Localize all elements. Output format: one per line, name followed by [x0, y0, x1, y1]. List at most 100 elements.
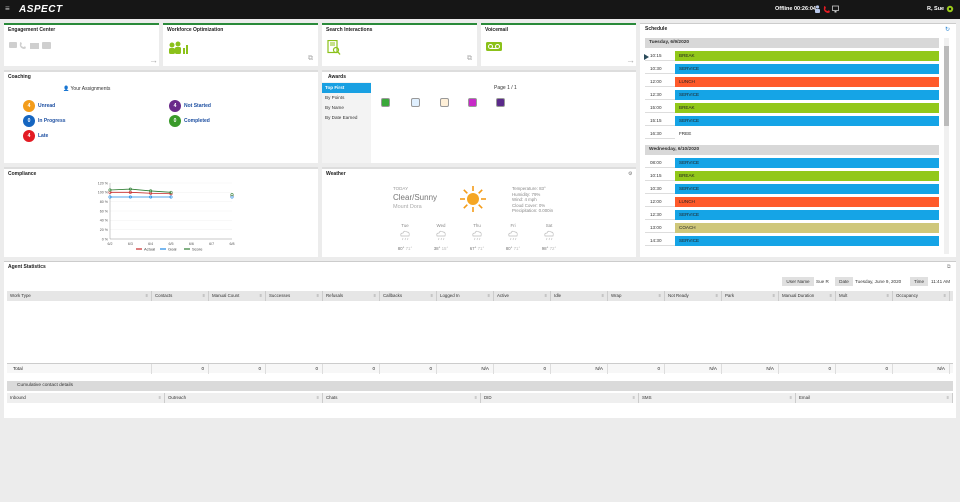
column-menu-icon[interactable]: ≡ [633, 393, 635, 403]
data-point-score[interactable] [230, 193, 234, 197]
agent-stats-scrollbar[interactable] [949, 303, 953, 361]
expand-icon[interactable]: ⧉ [467, 55, 472, 63]
column-menu-icon[interactable]: ≡ [317, 291, 319, 301]
column-header[interactable]: Refusals ≡ [323, 291, 380, 301]
refresh-icon[interactable]: ↻ [945, 26, 950, 33]
expand-icon[interactable]: ⧉ [947, 264, 951, 270]
expand-icon[interactable]: ⧉ [308, 55, 313, 63]
arrow-right-icon[interactable]: → [149, 55, 158, 65]
schedule-row[interactable]: 13:00 COACH [645, 223, 939, 233]
column-menu-icon[interactable]: ≡ [602, 291, 604, 301]
schedule-scrollbar[interactable] [944, 38, 949, 254]
settings-icon[interactable]: ⚙ [628, 171, 632, 177]
filter-top-first[interactable]: Top First [322, 83, 371, 93]
y-tick-label: 20 % [100, 228, 109, 232]
completed-count-badge[interactable]: 0 [169, 115, 181, 127]
column-header[interactable]: Wrap ≡ [608, 291, 665, 301]
cumulative-column[interactable]: Chats ≡ [323, 393, 481, 403]
column-menu-icon[interactable]: ≡ [947, 393, 949, 403]
in-progress-link[interactable]: In Progress [38, 118, 66, 124]
schedule-row[interactable]: 15:00 BREAK [645, 103, 939, 113]
schedule-row[interactable]: 12:30 SERVICE [645, 90, 939, 100]
y-tick-label: 80 % [100, 200, 109, 204]
award-trophy-icon[interactable] [468, 98, 477, 107]
arrow-right-icon[interactable]: → [626, 55, 635, 65]
award-medal-icon[interactable] [411, 98, 420, 107]
completed-link[interactable]: Completed [184, 118, 210, 124]
cumulative-column[interactable]: Email ≡ [796, 393, 953, 403]
unread-count-badge[interactable]: 4 [23, 100, 35, 112]
column-menu-icon[interactable]: ≡ [773, 291, 775, 301]
column-header[interactable]: Successes ≡ [266, 291, 323, 301]
schedule-row[interactable]: 15:15 SERVICE [645, 116, 939, 126]
late-link[interactable]: Late [38, 133, 48, 139]
column-menu-icon[interactable]: ≡ [374, 291, 376, 301]
not-started-link[interactable]: Not Started [184, 103, 211, 109]
cumulative-column[interactable]: SMS ≡ [639, 393, 796, 403]
hamburger-icon[interactable]: ≡ [5, 4, 10, 13]
cumulative-column[interactable]: Inbound ≡ [7, 393, 165, 403]
workforce-optimization-tile[interactable]: Workforce Optimization ⧉ [163, 23, 318, 66]
cumulative-column[interactable]: Outreach ≡ [165, 393, 323, 403]
user-name[interactable]: R, Sue [927, 6, 944, 12]
column-menu-icon[interactable]: ≡ [830, 291, 832, 301]
engagement-center-tile[interactable]: Engagement Center → [4, 23, 159, 66]
column-header[interactable]: Active ≡ [494, 291, 551, 301]
schedule-row[interactable]: 10:15 BREAK [645, 51, 939, 61]
column-menu-icon[interactable]: ≡ [146, 291, 148, 301]
column-header[interactable]: Idle ≡ [551, 291, 608, 301]
late-count-badge[interactable]: 4 [23, 130, 35, 142]
column-header[interactable]: Contacts ≡ [152, 291, 209, 301]
schedule-row[interactable]: 10:30 SERVICE [645, 64, 939, 74]
award-ribbon-icon[interactable] [440, 98, 449, 107]
column-header[interactable]: Park ≡ [722, 291, 779, 301]
agent-icon[interactable] [814, 5, 821, 13]
filter-by-name[interactable]: By Name [322, 103, 371, 113]
monitor-icon[interactable] [832, 5, 839, 13]
unread-link[interactable]: Unread [38, 103, 55, 109]
schedule-row[interactable]: 12:30 SERVICE [645, 210, 939, 220]
schedule-row[interactable]: 12:00 LUNCH [645, 197, 939, 207]
award-badge-icon[interactable] [381, 98, 390, 107]
schedule-row[interactable]: 16:30 FREE [645, 129, 939, 139]
search-interactions-tile[interactable]: Search Interactions ⧉ [322, 23, 477, 66]
forecast-temps: 67° 71° [469, 246, 485, 251]
column-menu-icon[interactable]: ≡ [159, 393, 161, 403]
schedule-row[interactable]: 10:15 BREAK [645, 171, 939, 181]
schedule-row[interactable]: 12:00 LUNCH [645, 77, 939, 87]
not-started-count-badge[interactable]: 4 [169, 100, 181, 112]
column-menu-icon[interactable]: ≡ [716, 291, 718, 301]
column-header[interactable]: Logged In ≡ [437, 291, 494, 301]
gear-icon[interactable] [946, 5, 954, 13]
column-menu-icon[interactable]: ≡ [475, 393, 477, 403]
voicemail-tile[interactable]: Voicemail → [481, 23, 636, 66]
schedule-row[interactable]: 10:30 SERVICE [645, 184, 939, 194]
column-header[interactable]: Mult ≡ [836, 291, 893, 301]
column-menu-icon[interactable]: ≡ [944, 291, 946, 301]
in-progress-count-badge[interactable]: 0 [23, 115, 35, 127]
column-menu-icon[interactable]: ≡ [659, 291, 661, 301]
column-menu-icon[interactable]: ≡ [431, 291, 433, 301]
column-menu-icon[interactable]: ≡ [203, 291, 205, 301]
agent-status[interactable]: Offline 00:26:04 [775, 6, 816, 12]
filter-by-points[interactable]: By Points [322, 93, 371, 103]
column-header[interactable]: Callbacks ≡ [380, 291, 437, 301]
phone-alert-icon[interactable] [823, 5, 830, 13]
filter-by-date-earned[interactable]: By Date Earned [322, 113, 371, 123]
column-menu-icon[interactable]: ≡ [317, 393, 319, 403]
column-header[interactable]: Not Ready ≡ [665, 291, 722, 301]
column-header[interactable]: Manual Duration ≡ [779, 291, 836, 301]
column-menu-icon[interactable]: ≡ [545, 291, 547, 301]
cumulative-column[interactable]: DID ≡ [481, 393, 639, 403]
column-header[interactable]: Work Type ≡ [7, 291, 152, 301]
schedule-row[interactable]: 08:00 SERVICE [645, 158, 939, 168]
schedule-row[interactable]: 14:30 SERVICE [645, 236, 939, 246]
column-menu-icon[interactable]: ≡ [488, 291, 490, 301]
column-header[interactable]: Manual Count ≡ [209, 291, 266, 301]
award-star-icon[interactable] [496, 98, 505, 107]
column-header[interactable]: Occupancy ≡ [893, 291, 950, 301]
total-cell: N/A [665, 364, 722, 374]
column-menu-icon[interactable]: ≡ [260, 291, 262, 301]
column-menu-icon[interactable]: ≡ [790, 393, 792, 403]
column-menu-icon[interactable]: ≡ [887, 291, 889, 301]
